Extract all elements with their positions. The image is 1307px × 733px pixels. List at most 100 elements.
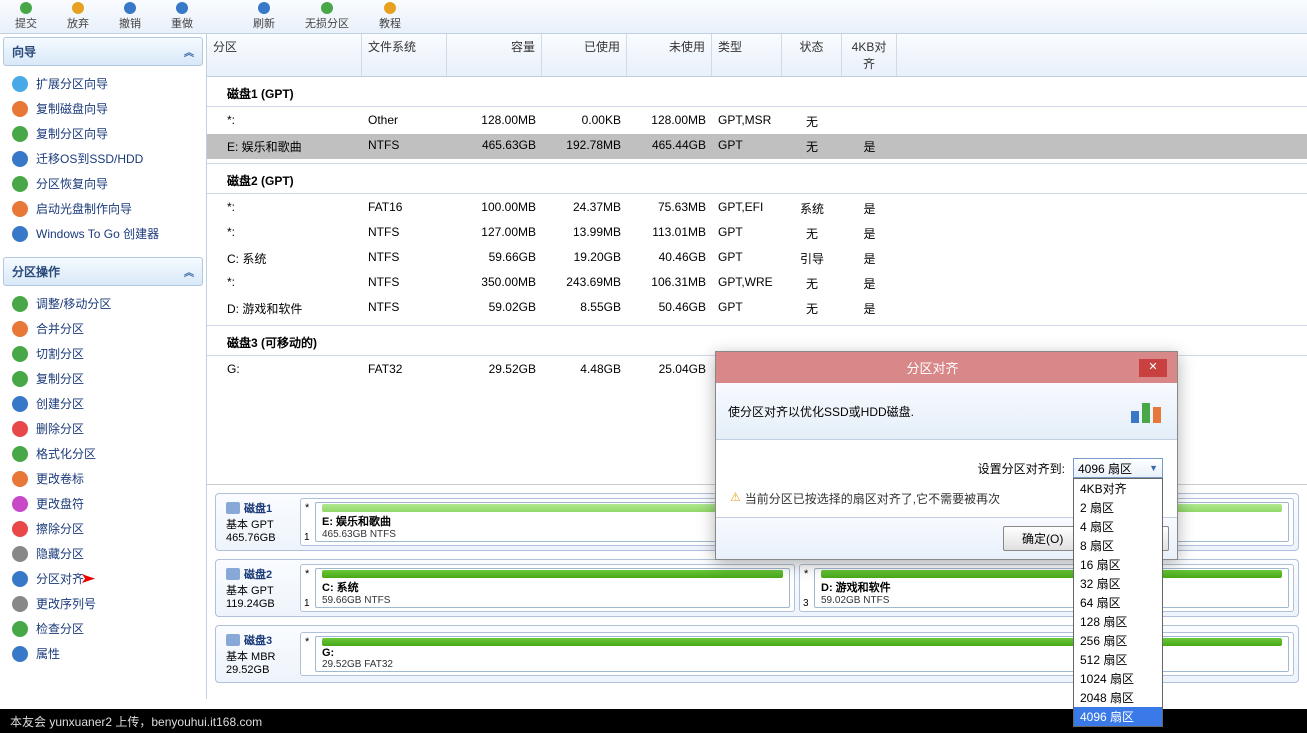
- item-icon: [12, 371, 28, 387]
- sidebar-item[interactable]: 切割分区: [6, 341, 200, 366]
- tool-icon: [122, 1, 138, 15]
- table-row[interactable]: *:NTFS127.00MB13.99MB113.01MBGPT无是: [207, 221, 1307, 246]
- sidebar-item[interactable]: 更改卷标: [6, 466, 200, 491]
- toolbar-无损分区[interactable]: 无损分区: [290, 0, 364, 33]
- dropdown-option[interactable]: 8 扇区: [1074, 536, 1162, 555]
- ops-list: 调整/移动分区合并分区切割分区复制分区创建分区删除分区格式化分区更改卷标更改盘符…: [0, 289, 206, 674]
- chevron-down-icon: ▼: [1149, 463, 1158, 473]
- item-icon: [12, 621, 28, 637]
- sidebar-item[interactable]: 复制磁盘向导: [6, 96, 200, 121]
- toolbar-刷新[interactable]: 刷新: [238, 0, 290, 33]
- item-icon: [12, 546, 28, 562]
- item-icon: [12, 226, 28, 242]
- item-icon: [12, 496, 28, 512]
- disk-header: 磁盘1 (GPT): [207, 77, 1307, 107]
- sidebar-item[interactable]: 更改盘符: [6, 491, 200, 516]
- warning-text: 当前分区已按选择的扇区对齐了,它不需要被再次: [745, 490, 1000, 507]
- item-icon: [12, 76, 28, 92]
- tool-icon: [18, 1, 34, 15]
- toolbar-教程[interactable]: 教程: [364, 0, 416, 33]
- item-icon: [12, 321, 28, 337]
- toolbar-提交[interactable]: 提交: [0, 0, 52, 33]
- sidebar-item[interactable]: 删除分区: [6, 416, 200, 441]
- toolbar-重做[interactable]: 重做: [156, 0, 208, 33]
- tool-icon: [319, 1, 335, 15]
- table-row[interactable]: *:Other128.00MB0.00KB128.00MBGPT,MSR无: [207, 109, 1307, 134]
- partition-segment[interactable]: 1C: 系统59.66GB NTFS: [300, 564, 795, 612]
- disk-icon: [226, 502, 240, 514]
- sidebar-item[interactable]: 检查分区: [6, 616, 200, 641]
- sidebar-item[interactable]: 调整/移动分区: [6, 291, 200, 316]
- chart-icon: [1129, 397, 1165, 425]
- disk-icon: [226, 568, 240, 580]
- partition-segment[interactable]: 3D: 游戏和软件59.02GB NTFS: [799, 564, 1294, 612]
- item-icon: [12, 396, 28, 412]
- sidebar-item[interactable]: 隐藏分区: [6, 541, 200, 566]
- table-row[interactable]: *:NTFS350.00MB243.69MB106.31MBGPT,WRE无是: [207, 271, 1307, 296]
- sector-select[interactable]: 4096 扇区▼: [1073, 458, 1163, 478]
- dropdown-option[interactable]: 64 扇区: [1074, 593, 1162, 612]
- dropdown-option[interactable]: 2 扇区: [1074, 498, 1162, 517]
- chevron-up-icon: ︽: [184, 264, 194, 279]
- chevron-up-icon: ︽: [184, 44, 194, 59]
- sidebar-item[interactable]: 分区对齐➤: [6, 566, 200, 591]
- tool-icon: [256, 1, 272, 15]
- dropdown-option[interactable]: 512 扇区: [1074, 650, 1162, 669]
- sidebar-item[interactable]: 复制分区向导: [6, 121, 200, 146]
- sidebar-item[interactable]: 启动光盘制作向导: [6, 196, 200, 221]
- wizard-panel-header[interactable]: 向导︽: [3, 37, 203, 66]
- ops-panel-header[interactable]: 分区操作︽: [3, 257, 203, 286]
- ok-button[interactable]: 确定(O): [1003, 526, 1082, 551]
- dropdown-option[interactable]: 32 扇区: [1074, 574, 1162, 593]
- wizard-list: 扩展分区向导复制磁盘向导复制分区向导迁移OS到SSD/HDD分区恢复向导启动光盘…: [0, 69, 206, 254]
- sidebar-item[interactable]: Windows To Go 创建器: [6, 221, 200, 246]
- dropdown-option[interactable]: 256 扇区: [1074, 631, 1162, 650]
- dropdown-option[interactable]: 16 扇区: [1074, 555, 1162, 574]
- item-icon: [12, 646, 28, 662]
- item-icon: [12, 101, 28, 117]
- toolbar: 提交放弃撤销重做刷新无损分区教程: [0, 0, 1307, 34]
- table-header: 分区 文件系统 容量 已使用 未使用 类型 状态 4KB对齐: [207, 34, 1307, 77]
- toolbar-撤销[interactable]: 撤销: [104, 0, 156, 33]
- dropdown-option[interactable]: 2048 扇区: [1074, 688, 1162, 707]
- item-icon: [12, 151, 28, 167]
- item-icon: [12, 446, 28, 462]
- dropdown-option[interactable]: 128 扇区: [1074, 612, 1162, 631]
- sector-dropdown: 4KB对齐2 扇区4 扇区8 扇区16 扇区32 扇区64 扇区128 扇区25…: [1073, 478, 1163, 727]
- disk-header: 磁盘2 (GPT): [207, 163, 1307, 194]
- table-row[interactable]: C: 系统NTFS59.66GB19.20GB40.46GBGPT引导是: [207, 246, 1307, 271]
- dropdown-option[interactable]: 4096 扇区: [1074, 707, 1162, 726]
- dialog-titlebar: 分区对齐 ✕: [716, 352, 1177, 383]
- disk-icon: [226, 634, 240, 646]
- sidebar-item[interactable]: 更改序列号: [6, 591, 200, 616]
- item-icon: [12, 126, 28, 142]
- dropdown-option[interactable]: 1024 扇区: [1074, 669, 1162, 688]
- table-row[interactable]: D: 游戏和软件NTFS59.02GB8.55GB50.46GBGPT无是: [207, 296, 1307, 321]
- sidebar-item[interactable]: 属性: [6, 641, 200, 666]
- sidebar-item[interactable]: 擦除分区: [6, 516, 200, 541]
- item-icon: [12, 176, 28, 192]
- align-dialog: 分区对齐 ✕ 使分区对齐以优化SSD或HDD磁盘. 设置分区对齐到: 4096 …: [715, 351, 1178, 560]
- sidebar-item[interactable]: 格式化分区: [6, 441, 200, 466]
- item-icon: [12, 596, 28, 612]
- dropdown-option[interactable]: 4KB对齐: [1074, 479, 1162, 498]
- table-row[interactable]: *:FAT16100.00MB24.37MB75.63MBGPT,EFI系统是: [207, 196, 1307, 221]
- close-icon[interactable]: ✕: [1139, 359, 1167, 377]
- toolbar-放弃[interactable]: 放弃: [52, 0, 104, 33]
- dropdown-option[interactable]: 4 扇区: [1074, 517, 1162, 536]
- tool-icon: [174, 1, 190, 15]
- tool-icon: [70, 1, 86, 15]
- align-label: 设置分区对齐到:: [730, 460, 1073, 477]
- sidebar-item[interactable]: 复制分区: [6, 366, 200, 391]
- table-row[interactable]: E: 娱乐和歌曲NTFS465.63GB192.78MB465.44GBGPT无…: [207, 134, 1307, 159]
- item-icon: [12, 201, 28, 217]
- sidebar-item[interactable]: 迁移OS到SSD/HDD: [6, 146, 200, 171]
- warning-icon: ⚠: [730, 490, 741, 504]
- item-icon: [12, 421, 28, 437]
- item-icon: [12, 346, 28, 362]
- sidebar-item[interactable]: 扩展分区向导: [6, 71, 200, 96]
- sidebar-item[interactable]: 合并分区: [6, 316, 200, 341]
- arrow-icon: ➤: [80, 570, 96, 587]
- sidebar-item[interactable]: 创建分区: [6, 391, 200, 416]
- sidebar-item[interactable]: 分区恢复向导: [6, 171, 200, 196]
